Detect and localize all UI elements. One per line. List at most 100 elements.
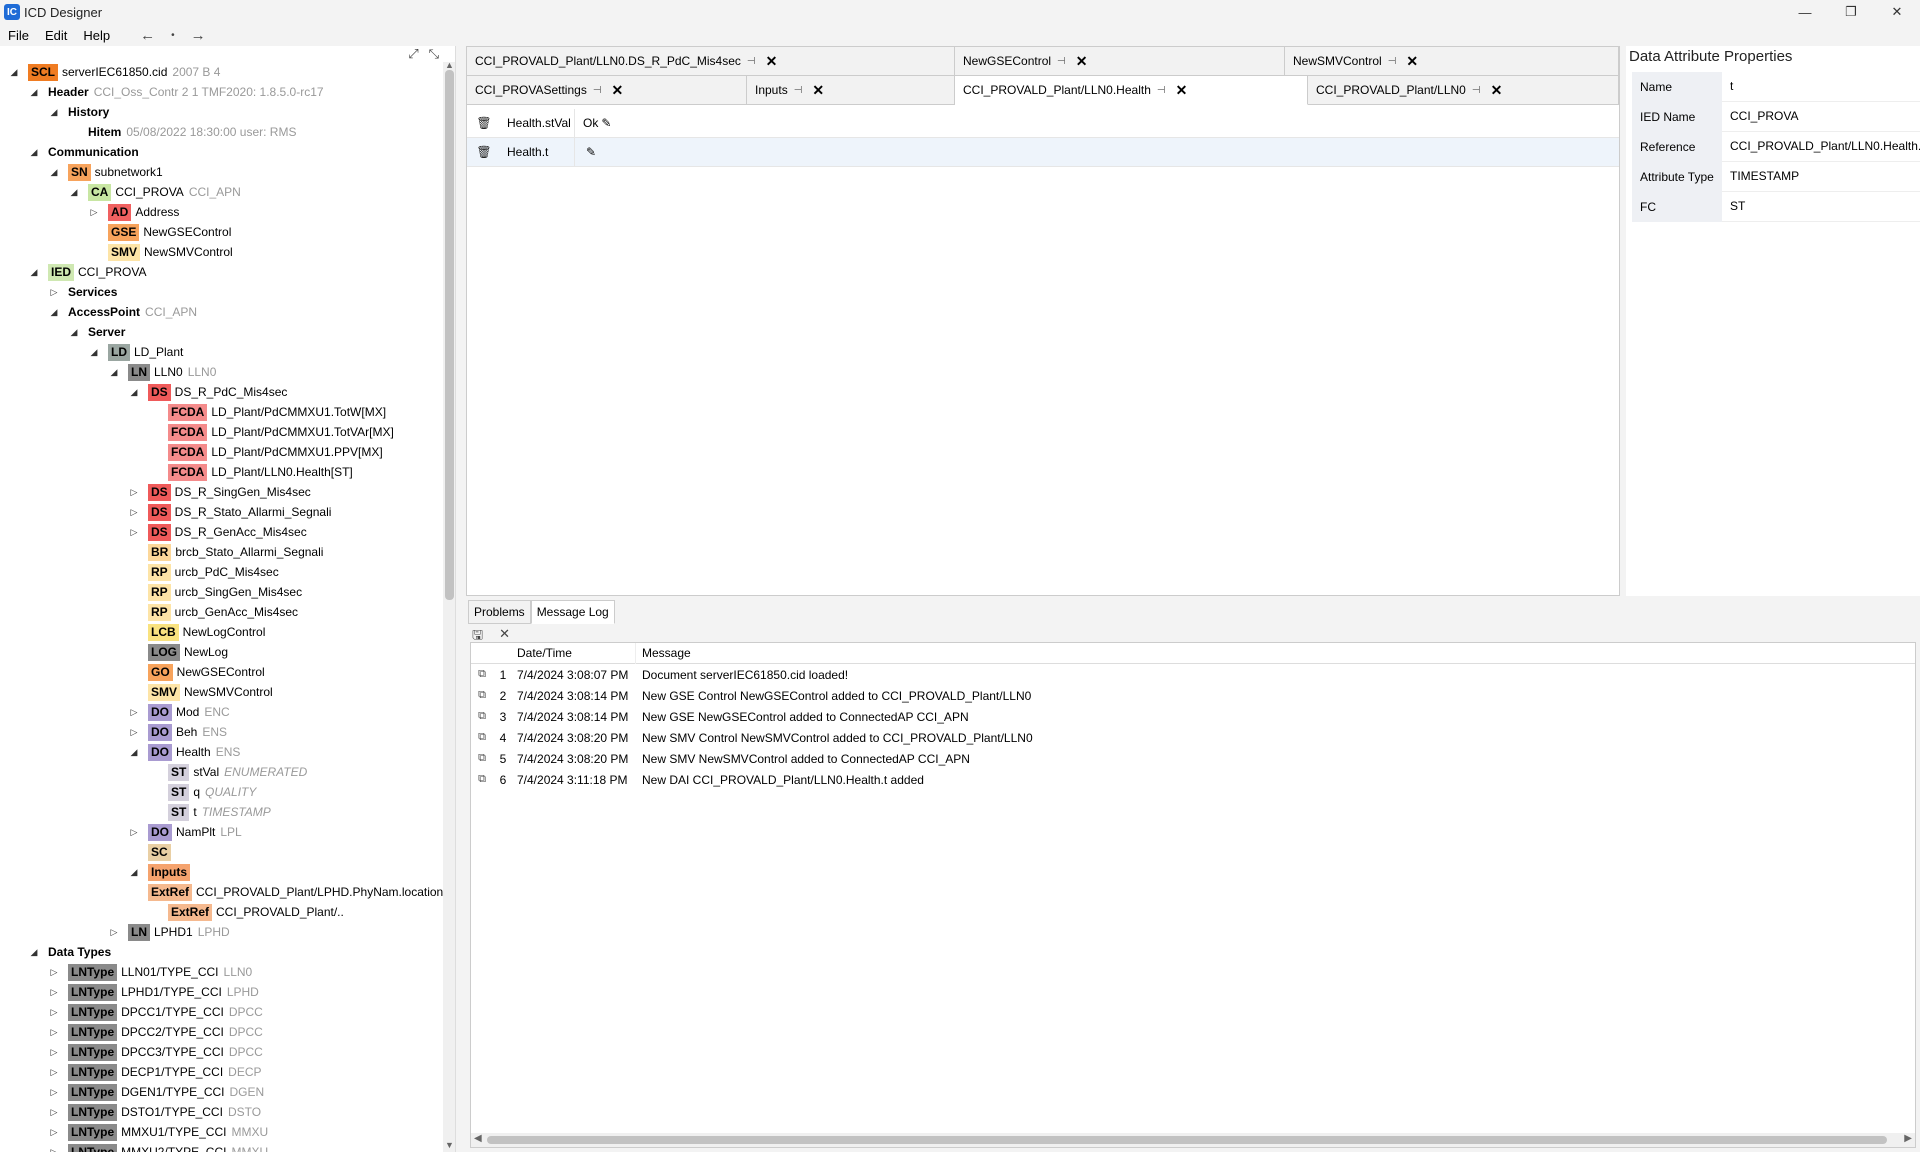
back-arrow-icon[interactable]: ←	[132, 27, 163, 44]
editor-tab[interactable]: CCI_PROVALD_Plant/LLN0.DS_R_PdC_Mis4sec ⊣…	[467, 47, 955, 76]
close-tab-icon[interactable]: ✕	[1491, 82, 1503, 99]
expanded-arrow-icon[interactable]: ◢	[108, 367, 120, 378]
collapsed-arrow-icon[interactable]: ▷	[48, 1087, 60, 1098]
forward-arrow-icon[interactable]: →	[183, 27, 214, 44]
tree-node[interactable]: ◢ DO Health ENS	[0, 742, 440, 762]
menu-file[interactable]: File	[0, 28, 37, 43]
tree-node[interactable]: ▷ DS DS_R_GenAcc_Mis4sec	[0, 522, 440, 542]
log-row[interactable]: ⧉ 2 7/4/2024 3:08:14 PM New GSE Control New…	[471, 685, 1915, 706]
scroll-right-icon[interactable]: ▶	[1904, 1133, 1912, 1144]
tree-node[interactable]: ▷ LNType MMXU2/TYPE_CCI MMXU	[0, 1142, 440, 1152]
tree-node[interactable]: ▷ AD Address	[0, 202, 440, 222]
tree-node[interactable]: FCDA LD_Plant/LLN0.Health[ST]	[0, 462, 440, 482]
tree-node[interactable]: ▷ LNType DPCC3/TYPE_CCI DPCC	[0, 1042, 440, 1062]
attribute-row[interactable]: 🗑 Health.stVal Ok ✎	[467, 108, 1619, 138]
editor-tab[interactable]: CCI_PROVALD_Plant/LLN0 ⊣ ✕	[1308, 76, 1619, 105]
collapsed-arrow-icon[interactable]: ▷	[48, 1067, 60, 1078]
property-value[interactable]: TIMESTAMP	[1722, 161, 1920, 192]
collapsed-arrow-icon[interactable]: ▷	[48, 967, 60, 978]
close-tab-icon[interactable]: ✕	[612, 82, 624, 99]
collapsed-arrow-icon[interactable]: ▷	[48, 1147, 60, 1152]
tree-node[interactable]: ◢ IED CCI_PROVA	[0, 262, 440, 282]
pin-icon[interactable]: ⊣	[593, 85, 602, 96]
tree-node[interactable]: ◢ Inputs	[0, 862, 440, 882]
expanded-arrow-icon[interactable]: ◢	[128, 387, 140, 398]
tree-node[interactable]: ◢ SCL serverIEC61850.cid 2007 B 4	[0, 62, 440, 82]
edit-pencil-icon[interactable]: ✎	[601, 116, 611, 130]
tree-node[interactable]: ◢ Header CCI_Oss_Contr 2 1 TMF2020: 1.8.5.…	[0, 82, 440, 102]
collapsed-arrow-icon[interactable]: ▷	[48, 1007, 60, 1018]
expanded-arrow-icon[interactable]: ◢	[8, 67, 20, 78]
tree-node[interactable]: ExtRef CCI_PROVALD_Plant/LPHD.PhyNam.loca…	[0, 882, 443, 902]
tree-node[interactable]: ◢ Server	[0, 322, 440, 342]
tree-node[interactable]: ▷ LNType MMXU1/TYPE_CCI MMXU	[0, 1122, 440, 1142]
expanded-arrow-icon[interactable]: ◢	[48, 167, 60, 178]
collapsed-arrow-icon[interactable]: ▷	[48, 1107, 60, 1118]
copy-icon[interactable]: ⧉	[471, 668, 493, 681]
tree-node[interactable]: ▷ DS DS_R_SingGen_Mis4sec	[0, 482, 440, 502]
collapsed-arrow-icon[interactable]: ▷	[48, 1027, 60, 1038]
tree-node[interactable]: ExtRef CCI_PROVALD_Plant/..	[0, 902, 440, 922]
tree-node[interactable]: LCB NewLogControl	[0, 622, 440, 642]
editor-tab[interactable]: CCI_PROVALD_Plant/LLN0.Health ⊣ ✕	[955, 76, 1308, 105]
close-tab-icon[interactable]: ✕	[812, 82, 824, 99]
attribute-row[interactable]: 🗑 Health.t ✎	[467, 137, 1619, 167]
expanded-arrow-icon[interactable]: ◢	[48, 107, 60, 118]
expanded-arrow-icon[interactable]: ◢	[28, 947, 40, 958]
tree-scroll-thumb[interactable]	[445, 70, 454, 600]
close-tab-icon[interactable]: ✕	[1076, 53, 1088, 70]
editor-tab[interactable]: Inputs ⊣ ✕	[747, 76, 955, 105]
collapsed-arrow-icon[interactable]: ▷	[128, 727, 140, 738]
col-date-time[interactable]: Date/Time	[513, 642, 636, 664]
collapsed-arrow-icon[interactable]: ▷	[128, 827, 140, 838]
expanded-arrow-icon[interactable]: ◢	[128, 747, 140, 758]
copy-icon[interactable]: ⧉	[471, 752, 493, 765]
expanded-arrow-icon[interactable]: ◢	[28, 147, 40, 158]
expanded-arrow-icon[interactable]: ◢	[88, 347, 100, 358]
copy-icon[interactable]: ⧉	[471, 773, 493, 786]
collapsed-arrow-icon[interactable]: ▷	[48, 1047, 60, 1058]
editor-tab[interactable]: NewGSEControl ⊣ ✕	[955, 47, 1285, 76]
tree-node[interactable]: ◢ LD LD_Plant	[0, 342, 440, 362]
edit-pencil-icon[interactable]: ✎	[586, 145, 596, 159]
scroll-left-icon[interactable]: ◀	[474, 1133, 482, 1144]
collapsed-arrow-icon[interactable]: ▷	[128, 527, 140, 538]
tree-node[interactable]: ▷ LNType DGEN1/TYPE_CCI DGEN	[0, 1082, 440, 1102]
collapsed-arrow-icon[interactable]: ▷	[48, 987, 60, 998]
tree-node[interactable]: SMV NewSMVControl	[0, 242, 440, 262]
property-value[interactable]: CCI_PROVA	[1722, 101, 1920, 132]
expanded-arrow-icon[interactable]: ◢	[68, 187, 80, 198]
property-value[interactable]: t	[1722, 71, 1920, 102]
scroll-down-icon[interactable]: ▼	[445, 1140, 454, 1150]
tree-node[interactable]: ▷ LNType LLN01/TYPE_CCI LLN0	[0, 962, 440, 982]
tree-node[interactable]: ◢ History	[0, 102, 440, 122]
dot-icon[interactable]: •	[163, 30, 183, 41]
close-tab-icon[interactable]: ✕	[766, 53, 778, 70]
log-row[interactable]: ⧉ 5 7/4/2024 3:08:20 PM New SMV NewSMVContr…	[471, 748, 1915, 769]
tree-node[interactable]: ◢ DS DS_R_PdC_Mis4sec	[0, 382, 440, 402]
collapsed-arrow-icon[interactable]: ▷	[48, 287, 60, 298]
editor-tab[interactable]: CCI_PROVASettings ⊣ ✕	[467, 76, 747, 105]
tree-node[interactable]: ▷ LNType DECP1/TYPE_CCI DECP	[0, 1062, 440, 1082]
tree-node[interactable]: ◢ Communication	[0, 142, 440, 162]
log-horizontal-scrollbar[interactable]: ◀ ▶	[471, 1133, 1915, 1147]
tree-node[interactable]: RP urcb_PdC_Mis4sec	[0, 562, 440, 582]
tree-node[interactable]: ◢ Data Types	[0, 942, 440, 962]
collapsed-arrow-icon[interactable]: ▷	[48, 1127, 60, 1138]
expanded-arrow-icon[interactable]: ◢	[48, 307, 60, 318]
log-row[interactable]: ⧉ 4 7/4/2024 3:08:20 PM New SMV Control New…	[471, 727, 1915, 748]
pin-icon[interactable]: ⊣	[794, 85, 803, 96]
copy-icon[interactable]: ⧉	[471, 731, 493, 744]
tree-node[interactable]: ▷ DS DS_R_Stato_Allarmi_Segnali	[0, 502, 440, 522]
tree-node[interactable]: ◢ LN LLN0 LLN0	[0, 362, 440, 382]
log-scroll-thumb[interactable]	[487, 1136, 1887, 1144]
tree-node[interactable]: SMV NewSMVControl	[0, 682, 440, 702]
pin-icon[interactable]: ⊣	[1157, 85, 1166, 96]
pin-icon[interactable]: ⊣	[747, 56, 756, 67]
tree-node[interactable]: RP urcb_GenAcc_Mis4sec	[0, 602, 440, 622]
tree-node[interactable]: ◢ SN subnetwork1	[0, 162, 440, 182]
collapsed-arrow-icon[interactable]: ▷	[128, 487, 140, 498]
tree-node[interactable]: ▷ LNType DPCC1/TYPE_CCI DPCC	[0, 1002, 440, 1022]
tree-node[interactable]: ◢ CA CCI_PROVA CCI_APN	[0, 182, 440, 202]
log-row[interactable]: ⧉ 3 7/4/2024 3:08:14 PM New GSE NewGSEContr…	[471, 706, 1915, 727]
